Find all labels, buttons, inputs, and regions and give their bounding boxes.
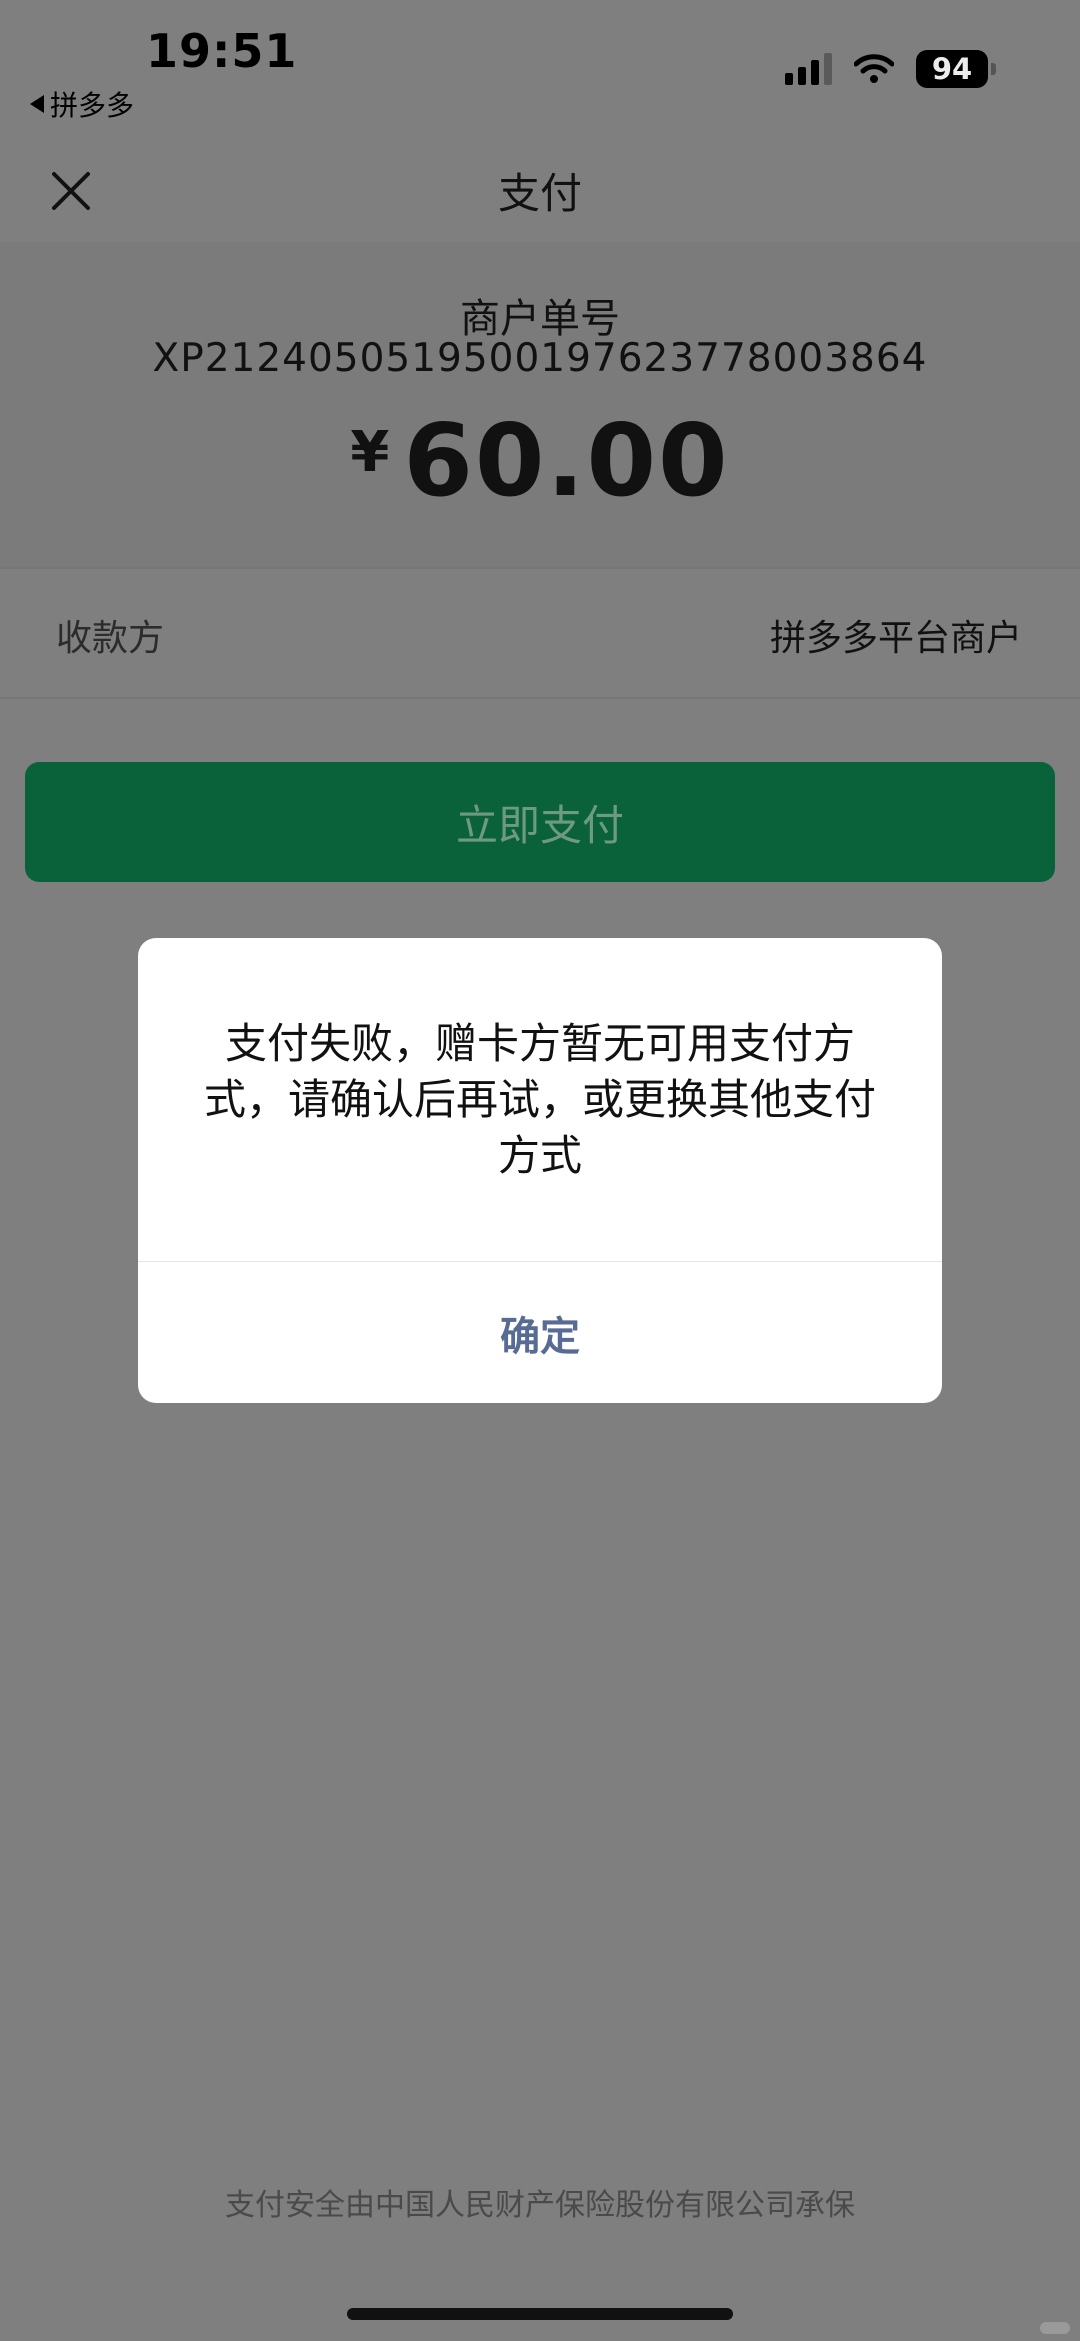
payee-label: 收款方 [56,618,165,659]
currency-symbol: ¥ [350,420,390,485]
amount-value: 60.00 [403,402,730,519]
payment-failed-dialog: 支付失败，赠卡方暂无可用支付方式，请确认后再试，或更换其他支付方式 确定 [138,938,942,1403]
battery-icon: 94 [916,50,996,88]
back-to-app-link[interactable]: 拼多多 [30,84,134,124]
insurance-footer-note: 支付安全由中国人民财产保险股份有限公司承保 [225,2188,855,2223]
wifi-icon [854,54,894,83]
back-app-label: 拼多多 [50,89,135,122]
dialog-message: 支付失败，赠卡方暂无可用支付方式，请确认后再试，或更换其他支付方式 [203,1019,876,1180]
status-indicators: 94 [785,50,996,88]
corner-pill [1040,2322,1070,2334]
merchant-order-number: XP212405051950019762377800386­4 [152,336,928,381]
order-panel: 商户单号 XP212405051950019762377800386­4 ¥ 6… [0,242,1080,567]
home-indicator[interactable] [347,2308,733,2320]
cellular-signal-icon [785,53,832,85]
status-time: 19:51 [146,24,298,78]
status-bar: 19:51 拼多多 94 [0,0,1080,130]
payment-amount: ¥ 60.00 [0,402,1080,519]
page-title: 支付 [497,169,582,218]
nav-bar: 支付 [0,140,1080,240]
payment-screen: 19:51 拼多多 94 支付 商户单号 XP21240505195001976… [0,0,1080,2341]
dialog-confirm-button[interactable]: 确定 [138,1262,942,1403]
payee-row: 收款方 拼多多平台商户 [0,567,1080,699]
back-triangle-icon [30,95,44,113]
pay-now-button[interactable]: 立即支付 [25,762,1055,882]
payee-value: 拼多多平台商户 [769,618,1022,659]
battery-level: 94 [931,52,973,86]
